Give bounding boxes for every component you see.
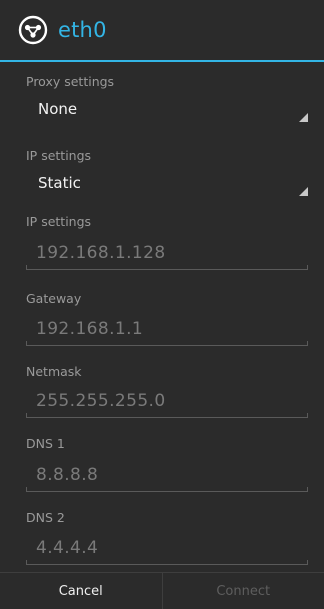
dialog-button-bar: Cancel Connect [0,572,324,609]
field-underline [26,491,308,492]
field-underline-tick [307,560,308,565]
connect-button[interactable]: Connect [163,573,324,609]
field-underline-tick [307,487,308,492]
netmask-value: 255.255.255.0 [36,391,166,411]
cancel-button[interactable]: Cancel [0,573,163,609]
dns2-label: DNS 2 [26,510,65,525]
ip-address-value: 192.168.1.128 [36,243,166,263]
ip-address-field[interactable]: 192.168.1.128 [26,236,308,272]
field-underline-tick [26,413,27,418]
field-underline-tick [307,413,308,418]
field-underline [26,345,308,346]
ip-settings-value: Static [38,174,81,192]
netmask-field[interactable]: 255.255.255.0 [26,384,308,420]
dialog-content: Proxy settings None IP settings Static I… [0,62,324,572]
ip-settings-label: IP settings [26,148,92,163]
ip-address-label: IP settings [26,214,92,229]
dns1-label: DNS 1 [26,436,65,451]
field-underline [26,417,308,418]
dns2-field[interactable]: 4.4.4.4 [26,531,308,567]
field-underline-tick [26,265,27,270]
dialog-title: eth0 [58,18,107,42]
field-underline-tick [307,341,308,346]
ip-settings-spinner[interactable]: Static [26,166,308,200]
dns2-value: 4.4.4.4 [36,538,99,558]
gateway-label: Gateway [26,291,82,306]
dns1-field[interactable]: 8.8.8.8 [26,458,308,494]
gateway-value: 192.168.1.1 [36,319,144,339]
proxy-settings-spinner[interactable]: None [26,92,308,126]
ethernet-config-dialog: eth0 Proxy settings None IP settings Sta… [0,0,324,609]
proxy-settings-label: Proxy settings [26,74,115,89]
netmask-label: Netmask [26,364,82,379]
field-underline-tick [307,265,308,270]
ethernet-icon [18,15,48,45]
proxy-settings-value: None [38,100,78,118]
field-underline [26,269,308,270]
dialog-title-bar: eth0 [0,0,324,60]
field-underline [26,564,308,565]
field-underline-tick [26,341,27,346]
field-underline-tick [26,487,27,492]
dns1-value: 8.8.8.8 [36,465,99,485]
dropdown-corner-icon [299,187,308,196]
gateway-field[interactable]: 192.168.1.1 [26,312,308,348]
dropdown-corner-icon [299,113,308,122]
field-underline-tick [26,560,27,565]
